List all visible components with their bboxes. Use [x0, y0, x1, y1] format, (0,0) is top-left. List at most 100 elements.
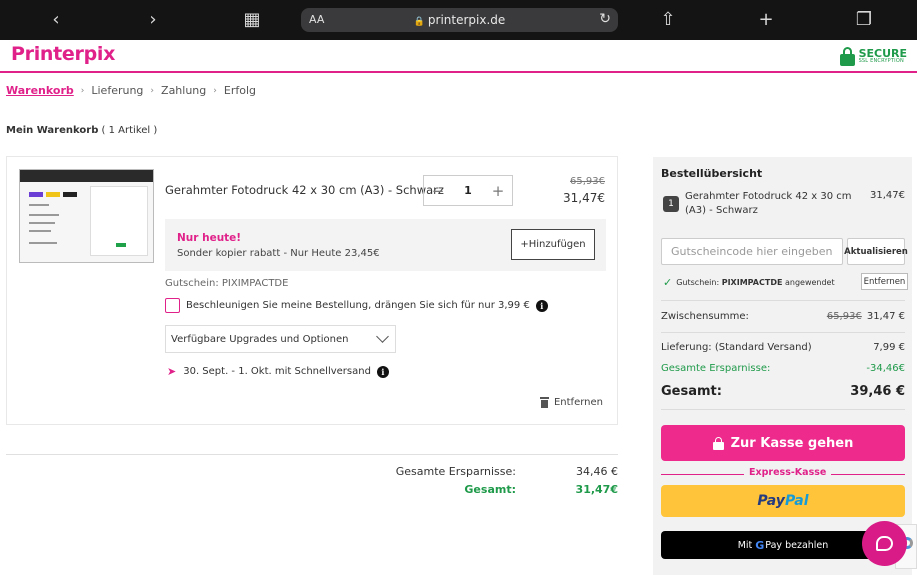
upgrades-dropdown[interactable]: Verfügbare Upgrades und Optionen [165, 325, 396, 353]
summary-item-name: Gerahmter Fotodruck 42 x 30 cm (A3) - Sc… [685, 191, 852, 216]
remove-label: Entfernen [553, 397, 603, 408]
site-header: Printerpix SECURE SSL ENCRYPTION [0, 40, 917, 73]
express-checkout-label: Express-Kasse [744, 467, 832, 478]
quantity-stepper: − 1 + [423, 175, 513, 206]
coupon-code: PIXIMPACTDE [721, 278, 783, 287]
cart-count: ( 1 Artikel ) [101, 125, 158, 136]
summary-title: Bestellübersicht [661, 167, 763, 180]
trash-icon [539, 397, 549, 408]
shipping-row: Lieferung: (Standard Versand) 7,99 € [661, 342, 905, 353]
check-icon: ✓ [663, 276, 673, 289]
breadcrumb-warenkorb[interactable]: Warenkorb [6, 84, 74, 97]
remove-coupon-button[interactable]: Entfernen [861, 273, 908, 290]
upgrades-label: Verfügbare Upgrades und Optionen [171, 333, 349, 345]
paypal-button[interactable]: Pay Pal [661, 485, 905, 517]
product-name: Gerahmter Fotodruck 42 x 30 cm (A3) - Sc… [165, 183, 444, 197]
express-option: Beschleunigen Sie meine Bestellung, drän… [165, 298, 548, 313]
item-count-badge: 1 [663, 196, 679, 212]
product-thumbnail[interactable] [19, 169, 154, 263]
quantity-value[interactable]: 1 [452, 184, 484, 197]
breadcrumb-zahlung: Zahlung [161, 84, 207, 97]
chevron-right-icon: › [150, 85, 155, 96]
delivery-text: 30. Sept. - 1. Okt. mit Schnellversand [183, 366, 371, 377]
upsell-offer: Nur heute! Sonder kopier rabatt - Nur He… [165, 219, 606, 271]
divider [661, 332, 905, 333]
info-icon[interactable]: i [376, 365, 389, 378]
coupon-applied-suffix: angewendet [784, 278, 835, 287]
total-value: 31,47€ [575, 483, 618, 496]
breadcrumb-lieferung: Lieferung [91, 84, 144, 97]
add-offer-button[interactable]: +Hinzufügen [511, 229, 595, 260]
forward-icon[interactable]: › [142, 9, 164, 31]
summary-item-price: 31,47€ [870, 190, 905, 201]
printerpix-logo[interactable]: Printerpix [11, 43, 115, 65]
subtotal-old: 65,93€ [826, 311, 862, 322]
ssl-label: SSL ENCRYPTION [858, 58, 904, 64]
bookmarks-icon[interactable]: ▦ [241, 9, 263, 31]
secure-badge: SECURE SSL ENCRYPTION [839, 45, 907, 67]
gpay-pay: Pay [765, 539, 783, 551]
summary-total-label: Gesamt: [661, 384, 722, 399]
chat-button[interactable] [862, 521, 907, 566]
chat-icon [876, 536, 893, 551]
padlock-icon [839, 46, 855, 66]
chevron-right-icon: › [213, 85, 217, 96]
google-g-icon: G [755, 538, 765, 552]
summary-total-row: Gesamt: 39,46 € [661, 384, 905, 399]
original-price: 65,93€ [570, 176, 605, 187]
decrease-quantity-button[interactable]: − [424, 182, 452, 200]
chevron-down-icon [376, 330, 389, 343]
savings-value: 34,46 € [576, 465, 618, 478]
coupon-applied: ✓ Gutschein: PIXIMPACTDE angewendet [663, 276, 835, 289]
fast-delivery-icon: ➤ [167, 365, 177, 378]
back-icon[interactable]: ‹ [45, 9, 67, 31]
express-checkbox[interactable] [165, 298, 180, 313]
remove-item-button[interactable]: Entfernen [539, 397, 603, 408]
voucher-info: Gutschein: PIXIMPACTDE [165, 278, 289, 289]
cart-title-label: Mein Warenkorb [6, 125, 99, 136]
express-label[interactable]: Beschleunigen Sie meine Bestellung, drän… [186, 300, 530, 311]
shipping-label: Lieferung: (Standard Versand) [661, 342, 812, 353]
update-coupon-button[interactable]: Aktualisieren [844, 238, 908, 265]
share-icon[interactable]: ⇧ [657, 9, 679, 31]
chevron-right-icon: › [80, 85, 85, 96]
subtotal-label: Zwischensumme: [661, 311, 749, 322]
coupon-applied-prefix: Gutschein: [676, 278, 720, 287]
new-tab-icon[interactable]: + [755, 9, 777, 31]
paypal-logo-pay: Pay [757, 493, 785, 509]
total-label: Gesamt: [464, 483, 516, 496]
summary-savings-row: Gesamte Ersparnisse: -34,46€ [661, 363, 905, 374]
lock-icon [712, 436, 724, 450]
divider [661, 409, 905, 410]
paypal-logo-pal: Pal [784, 493, 809, 509]
divider [661, 300, 905, 301]
tabs-icon[interactable]: ❐ [853, 9, 875, 31]
checkout-label: Zur Kasse gehen [730, 435, 854, 451]
coupon-input[interactable]: Gutscheincode hier eingeben [661, 238, 843, 265]
gpay-suffix: bezahlen [785, 539, 829, 551]
cart-item-card: Gerahmter Fotodruck 42 x 30 cm (A3) - Sc… [6, 156, 618, 425]
offer-title: Nur heute! [177, 232, 242, 244]
checkout-button[interactable]: Zur Kasse gehen [661, 425, 905, 461]
subtotal-row: Zwischensumme: 65,93€ 31,47 € [661, 311, 905, 322]
summary-total-value: 39,46 € [850, 384, 905, 399]
divider [6, 454, 618, 455]
gpay-prefix: Mit [737, 539, 753, 551]
address-bar[interactable]: AA 🔒 printerpix.de ↻ [301, 8, 618, 32]
breadcrumb: Warenkorb › Lieferung › Zahlung › Erfolg [6, 84, 256, 97]
cart-title: Mein Warenkorb ( 1 Artikel ) [6, 125, 157, 136]
info-icon[interactable]: i [535, 299, 548, 312]
increase-quantity-button[interactable]: + [484, 182, 512, 200]
express-checkout-heading: Express-Kasse [661, 467, 905, 481]
reload-icon[interactable]: ↻ [599, 11, 611, 27]
url-text: printerpix.de [427, 13, 506, 27]
url-display: 🔒 printerpix.de [301, 13, 618, 27]
current-price: 31,47€ [563, 191, 605, 205]
shipping-value: 7,99 € [873, 342, 905, 353]
delivery-estimate: ➤ 30. Sept. - 1. Okt. mit Schnellversand… [167, 365, 389, 378]
savings-label: Gesamte Ersparnisse: [395, 465, 516, 478]
breadcrumb-erfolg: Erfolg [223, 84, 256, 97]
subtotal-new: 31,47 € [866, 311, 905, 322]
order-summary: Bestellübersicht 1 Gerahmter Fotodruck 4… [653, 157, 912, 575]
offer-text: Sonder kopier rabatt - Nur Heute 23,45€ [177, 248, 380, 259]
